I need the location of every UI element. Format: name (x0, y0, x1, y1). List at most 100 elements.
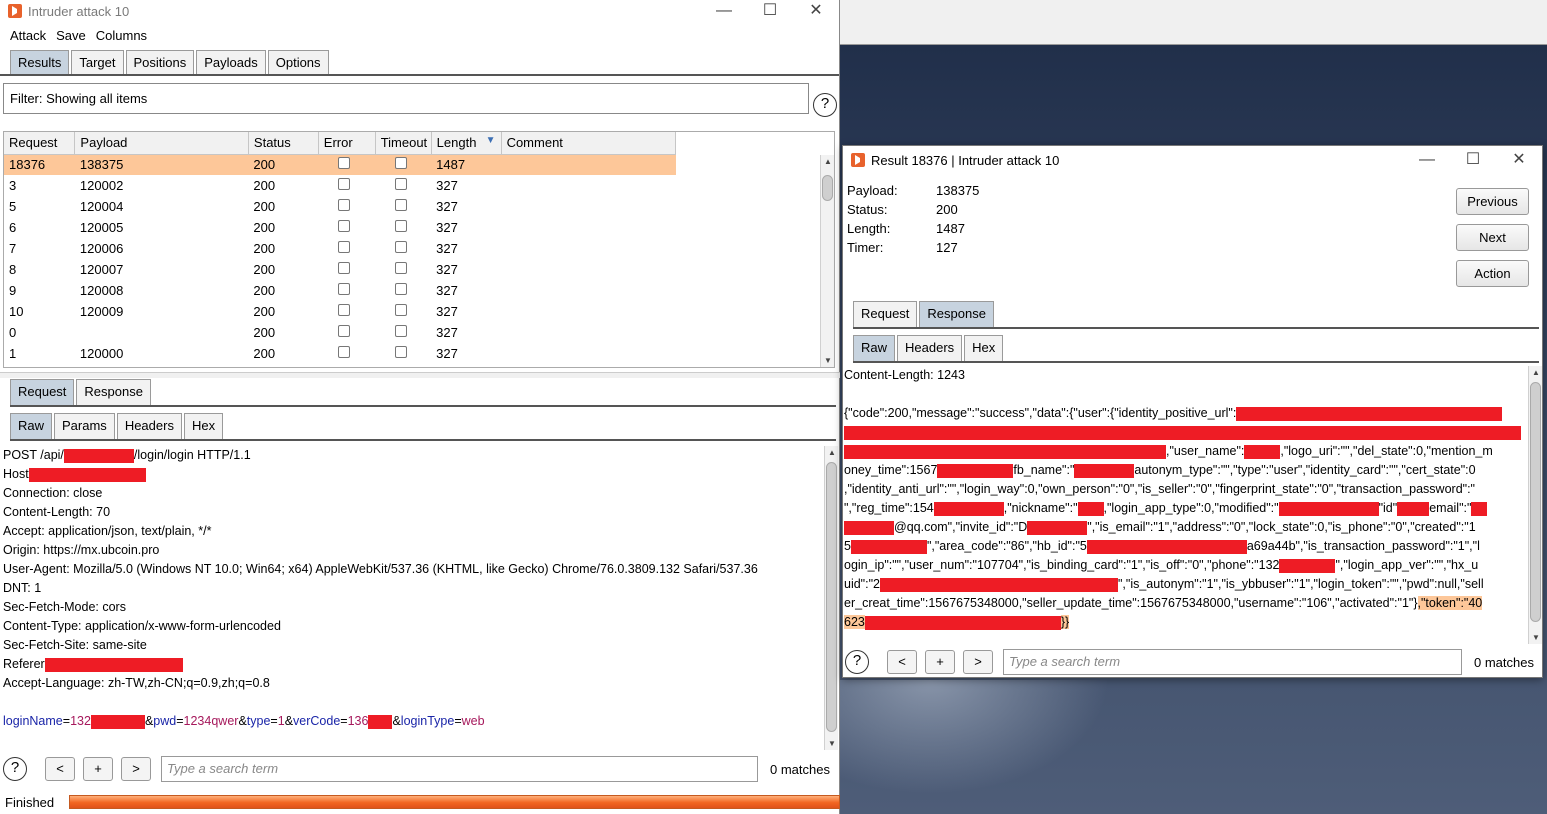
tab-response[interactable]: Response (919, 301, 994, 327)
timeout-checkbox[interactable] (395, 304, 408, 316)
error-checkbox[interactable] (338, 220, 351, 232)
table-row[interactable]: 18376 138375 200 1487 (4, 154, 834, 175)
add-button[interactable]: + (83, 757, 113, 781)
scroll-thumb[interactable] (826, 462, 837, 732)
tab-positions[interactable]: Positions (125, 50, 195, 74)
table-row[interactable]: 9 120008 200 327 (4, 280, 834, 301)
tab-results[interactable]: Results (10, 50, 70, 74)
scroll-up-icon[interactable]: ▲ (821, 157, 834, 166)
response-body-line: ,"identity_anti_url":"","login_way":0,"o… (844, 482, 1475, 496)
timeout-checkbox[interactable] (395, 346, 408, 358)
menu-columns[interactable]: Columns (96, 28, 147, 43)
tab-response[interactable]: Response (76, 379, 151, 405)
raw-request-editor[interactable]: POST /api/ /login/login HTTP/1.1 Host Con… (3, 446, 823, 748)
header-dnt: DNT: 1 (3, 581, 42, 595)
timeout-checkbox[interactable] (395, 220, 408, 232)
table-row[interactable]: 7 120006 200 327 (4, 238, 834, 259)
table-row[interactable]: 3 120002 200 327 (4, 175, 834, 196)
error-checkbox[interactable] (338, 325, 351, 337)
error-checkbox[interactable] (338, 346, 351, 358)
request-scrollbar[interactable]: ▲ ▼ (824, 446, 838, 750)
maximize-icon[interactable]: ☐ (747, 0, 793, 22)
tab-target[interactable]: Target (71, 50, 124, 74)
table-row[interactable]: 10 120009 200 327 (4, 301, 834, 322)
search-input[interactable]: Type a search term (161, 756, 758, 782)
scroll-thumb[interactable] (1530, 382, 1541, 622)
next-button[interactable]: Next (1456, 224, 1529, 251)
response-scrollbar[interactable]: ▲ ▼ (1528, 366, 1542, 644)
search-input[interactable]: Type a search term (1003, 649, 1462, 675)
timeout-checkbox[interactable] (395, 283, 408, 295)
scroll-thumb[interactable] (822, 175, 833, 201)
col-length[interactable]: Length ▼ (431, 132, 502, 155)
timeout-checkbox[interactable] (395, 157, 408, 170)
error-checkbox[interactable] (338, 199, 351, 211)
error-checkbox[interactable] (338, 262, 351, 274)
minimize-icon[interactable]: — (1404, 149, 1450, 171)
tab-hex[interactable]: Hex (964, 335, 1004, 361)
close-icon[interactable]: ✕ (1496, 149, 1542, 171)
scroll-down-icon[interactable]: ▼ (1529, 633, 1543, 642)
param-name: type (246, 714, 271, 728)
col-comment[interactable]: Comment (501, 132, 677, 155)
cell-length: 327 (436, 325, 458, 340)
next-match-button[interactable]: > (963, 650, 993, 674)
error-checkbox[interactable] (338, 283, 351, 295)
previous-button[interactable]: Previous (1456, 188, 1529, 215)
table-row[interactable]: 6 120005 200 327 (4, 217, 834, 238)
tab-params[interactable]: Params (54, 413, 115, 439)
minimize-icon[interactable]: — (701, 0, 747, 22)
scroll-down-icon[interactable]: ▼ (821, 356, 834, 365)
timeout-checkbox[interactable] (395, 241, 408, 253)
action-button[interactable]: Action (1456, 260, 1529, 287)
add-button[interactable]: + (925, 650, 955, 674)
col-payload[interactable]: Payload (74, 132, 249, 155)
table-row[interactable]: 8 120007 200 327 (4, 259, 834, 280)
raw-response-viewer[interactable]: Content-Length: 1243 {"code":200,"messag… (843, 366, 1527, 638)
prev-match-button[interactable]: < (45, 757, 75, 781)
timeout-checkbox[interactable] (395, 178, 408, 190)
response-body-line: {"code":200,"message":"success","data":{… (844, 406, 1237, 420)
menu-attack[interactable]: Attack (10, 28, 46, 43)
timeout-checkbox[interactable] (395, 262, 408, 274)
tab-request[interactable]: Request (10, 379, 75, 405)
tab-hex[interactable]: Hex (183, 413, 224, 439)
tab-raw[interactable]: Raw (10, 413, 53, 439)
response-body-line: ","login_app_ver":"","hx_u (1335, 558, 1479, 572)
results-scrollbar[interactable]: ▲ ▼ (820, 155, 834, 367)
col-request[interactable]: Request (4, 132, 76, 155)
timeout-checkbox[interactable] (395, 325, 408, 337)
maximize-icon[interactable]: ☐ (1450, 149, 1496, 171)
table-row[interactable]: 5 120004 200 327 (4, 196, 834, 217)
tab-headers[interactable]: Headers (897, 335, 963, 361)
filter-bar[interactable]: Filter: Showing all items (3, 83, 809, 114)
table-row[interactable]: 0 200 327 (4, 322, 834, 343)
next-match-button[interactable]: > (121, 757, 151, 781)
param-name: verCode (293, 714, 341, 728)
error-checkbox[interactable] (338, 241, 351, 253)
help-icon[interactable]: ? (813, 93, 837, 117)
tab-headers[interactable]: Headers (116, 413, 182, 439)
timeout-checkbox[interactable] (395, 199, 408, 211)
menu-bar: Attack Save Columns (0, 22, 839, 48)
scroll-up-icon[interactable]: ▲ (1529, 368, 1543, 377)
tab-options[interactable]: Options (267, 50, 329, 74)
error-checkbox[interactable] (338, 157, 351, 170)
help-icon[interactable]: ? (3, 757, 27, 781)
prev-match-button[interactable]: < (887, 650, 917, 674)
scroll-up-icon[interactable]: ▲ (825, 448, 839, 457)
close-icon[interactable]: ✕ (793, 0, 839, 22)
col-error[interactable]: Error (318, 132, 376, 155)
col-status[interactable]: Status (248, 132, 319, 155)
col-timeout[interactable]: Timeout (375, 132, 432, 155)
table-row[interactable]: 1 120000 200 327 (4, 343, 834, 364)
tab-request[interactable]: Request (853, 301, 918, 327)
tab-payloads[interactable]: Payloads (196, 50, 266, 74)
error-checkbox[interactable] (338, 304, 351, 316)
scroll-down-icon[interactable]: ▼ (825, 739, 839, 748)
menu-save[interactable]: Save (56, 28, 86, 43)
splitter[interactable] (0, 372, 840, 378)
tab-raw[interactable]: Raw (853, 335, 896, 361)
help-icon[interactable]: ? (845, 650, 869, 674)
error-checkbox[interactable] (338, 178, 351, 190)
